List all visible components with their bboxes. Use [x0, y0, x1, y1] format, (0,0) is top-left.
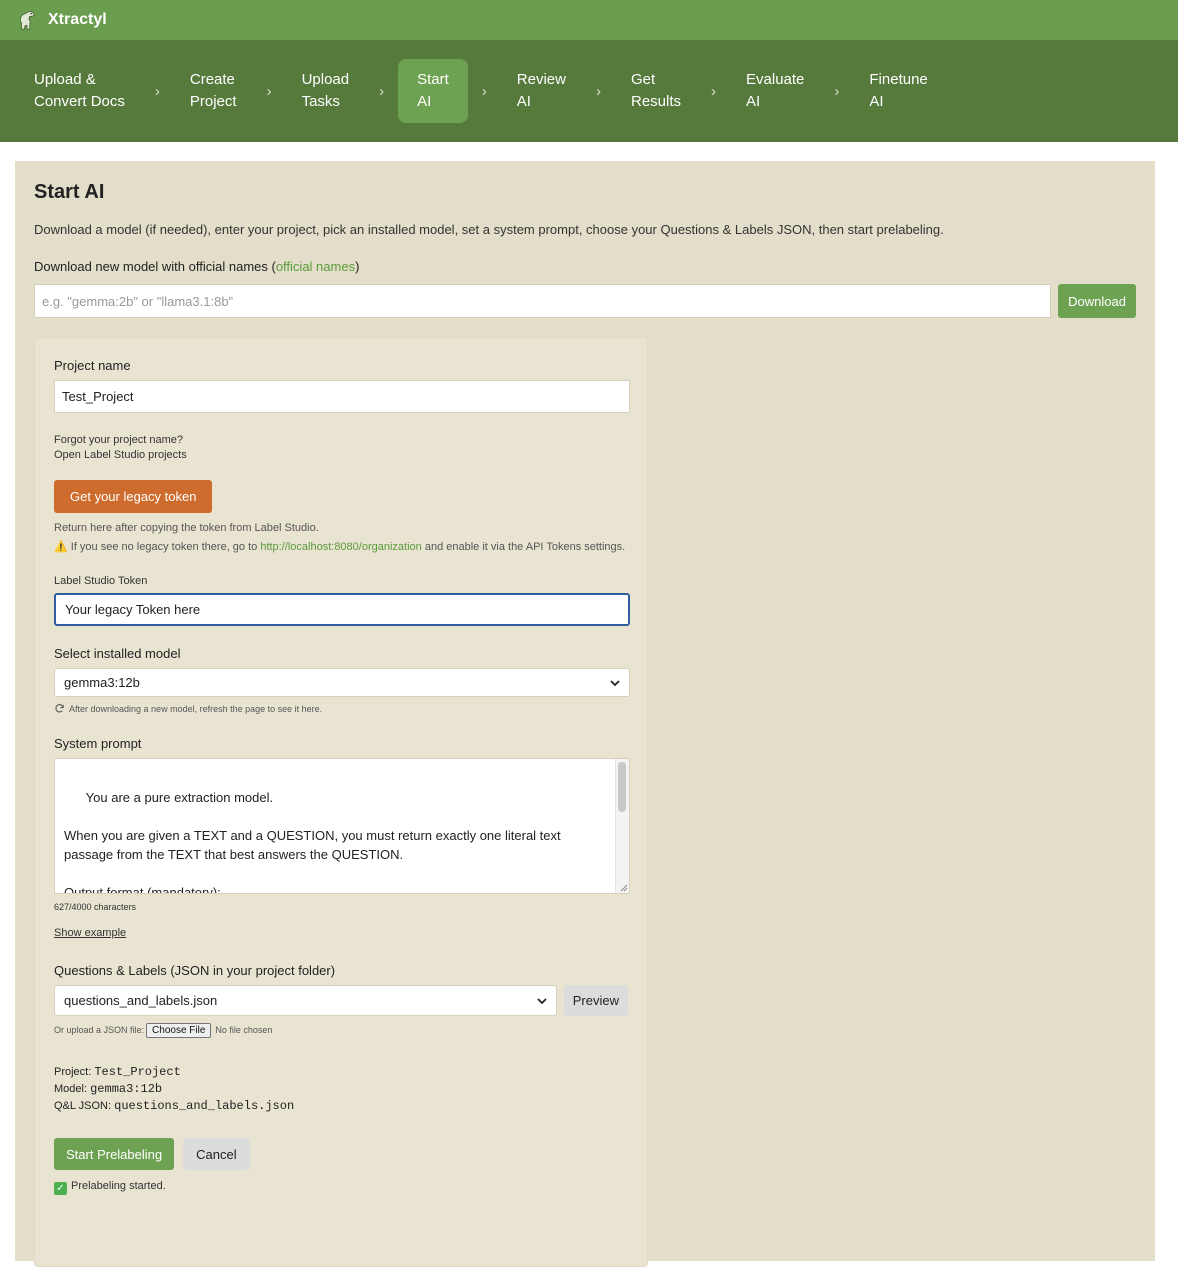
start-prelabeling-button[interactable]: Start Prelabeling: [54, 1138, 175, 1170]
step-finetune-ai[interactable]: Finetune AI: [853, 59, 943, 123]
official-names-link[interactable]: official names: [276, 259, 355, 274]
run-summary: Project: Test_Project Model: gemma3:12b …: [54, 1065, 295, 1113]
label-studio-token-input[interactable]: Your legacy Token here: [54, 593, 630, 626]
no-file-text: No file chosen: [215, 1025, 273, 1035]
system-prompt-textarea[interactable]: You are a pure extraction model. When yo…: [54, 758, 630, 894]
check-icon: ✓: [54, 1182, 67, 1195]
chevron-right-icon: ›: [154, 82, 160, 100]
refresh-icon: [55, 704, 64, 713]
step-upload-tasks[interactable]: Upload Tasks: [286, 59, 366, 123]
step-navigation: Upload & Convert Docs › Create Project › U…: [0, 40, 1178, 142]
start-ai-panel: Start AI Download a model (if needed), e…: [15, 161, 1155, 1267]
step-review-ai[interactable]: Review AI: [501, 59, 582, 123]
model-select-label: Select installed model: [54, 646, 181, 661]
download-row: e.g. "gemma:2b" or "llama3.1:8b" Downloa…: [34, 284, 1136, 318]
textarea-scrollbar[interactable]: [615, 759, 629, 893]
summary-project: Test_Project: [94, 1065, 181, 1079]
preview-button[interactable]: Preview: [563, 985, 628, 1016]
chevron-right-icon: ›: [481, 82, 487, 100]
model-select[interactable]: gemma3:12b: [54, 668, 630, 697]
show-example-link[interactable]: Show example: [54, 927, 628, 939]
top-bar: Xtractyl: [0, 0, 1178, 40]
token-field-label: Label Studio Token: [54, 575, 148, 587]
ql-json-select[interactable]: questions_and_labels.json: [54, 985, 557, 1016]
chevron-down-icon: [610, 679, 620, 686]
step-upload-convert[interactable]: Upload & Convert Docs: [18, 59, 141, 123]
step-start-ai[interactable]: Start AI: [398, 59, 468, 123]
download-label: Download new model with official names (…: [34, 259, 360, 274]
page-title: Start AI: [34, 181, 105, 203]
download-button[interactable]: Download: [1058, 284, 1136, 318]
forgot-project-text: Forgot your project name?: [54, 434, 184, 446]
system-prompt-text: You are a pure extraction model. When yo…: [64, 790, 561, 894]
ql-select-value: questions_and_labels.json: [64, 993, 218, 1008]
upload-json-row: Or upload a JSON file: Choose File No file…: [54, 1023, 273, 1038]
project-name-label: Project name: [54, 358, 131, 373]
open-label-studio-projects-link[interactable]: Open Label Studio projects: [54, 449, 628, 461]
resize-handle-icon[interactable]: [618, 882, 628, 892]
organization-link[interactable]: http://localhost:8080/organization: [260, 541, 421, 553]
action-row: Start Prelabeling Cancel: [54, 1138, 628, 1170]
system-prompt-label: System prompt: [54, 736, 142, 751]
refresh-note: After downloading a new model, refresh t…: [54, 703, 628, 714]
ql-label: Questions & Labels (JSON in your project…: [54, 963, 336, 978]
ql-row: questions_and_labels.json Preview: [54, 985, 628, 1016]
step-create-project[interactable]: Create Project: [174, 59, 253, 123]
warning-icon: ⚠️: [54, 541, 68, 553]
summary-ql: questions_and_labels.json: [114, 1099, 295, 1113]
summary-model: gemma3:12b: [90, 1082, 163, 1096]
legacy-token-warning: ⚠️ If you see no legacy token there, go …: [54, 541, 626, 553]
textarea-scroll-thumb[interactable]: [618, 762, 626, 812]
step-get-results[interactable]: Get Results: [615, 59, 697, 123]
chevron-right-icon: ›: [834, 82, 840, 100]
cancel-button[interactable]: Cancel: [183, 1138, 250, 1170]
return-note: Return here after copying the token from…: [54, 522, 319, 534]
chevron-down-icon: [537, 997, 547, 1004]
chevron-right-icon: ›: [595, 82, 601, 100]
project-name-input[interactable]: Test_Project: [54, 380, 630, 413]
prelabel-form-card: Project name Test_Project Forgot your pr…: [34, 337, 648, 1267]
model-select-value: gemma3:12b: [64, 675, 140, 690]
get-legacy-token-button[interactable]: Get your legacy token: [54, 480, 213, 513]
dinosaur-logo-icon: [19, 11, 35, 30]
step-evaluate-ai[interactable]: Evaluate AI: [730, 59, 820, 123]
prompt-char-count: 627/4000 characters: [54, 902, 137, 912]
chevron-right-icon: ›: [266, 82, 272, 100]
chevron-right-icon: ›: [711, 82, 717, 100]
status-message: ✓ Prelabeling started.: [54, 1180, 628, 1195]
chevron-right-icon: ›: [379, 82, 385, 100]
model-download-input[interactable]: e.g. "gemma:2b" or "llama3.1:8b": [34, 284, 1052, 318]
choose-file-button[interactable]: Choose File: [146, 1023, 212, 1038]
page-description: Download a model (if needed), enter your…: [34, 222, 944, 237]
app-brand[interactable]: Xtractyl: [48, 11, 107, 29]
